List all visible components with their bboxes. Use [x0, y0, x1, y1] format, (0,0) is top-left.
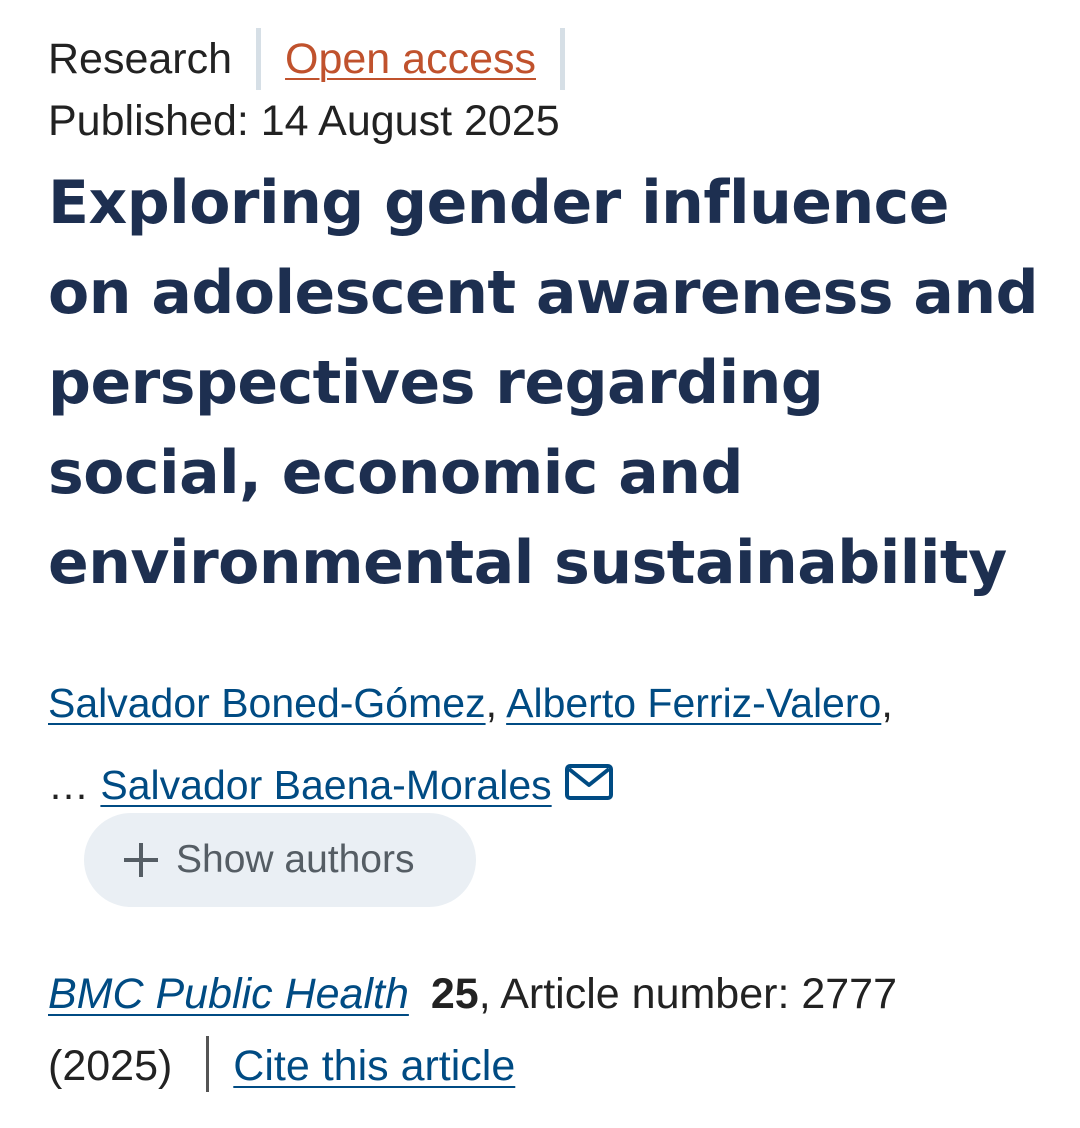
- publication-year: (2025): [48, 1042, 173, 1090]
- published-date: Published: 14 August 2025: [48, 97, 560, 145]
- author-link[interactable]: Alberto Ferriz-Valero: [506, 680, 881, 726]
- mail-icon[interactable]: [564, 746, 614, 800]
- author-separator: ,: [881, 680, 893, 726]
- cite-article-link[interactable]: Cite this article: [233, 1042, 515, 1090]
- author-link[interactable]: Salvador Boned-Gómez: [48, 680, 486, 726]
- journal-link[interactable]: BMC Public Health: [48, 970, 409, 1018]
- author-ellipsis: …: [48, 762, 89, 808]
- open-access-link[interactable]: Open access: [285, 37, 536, 81]
- citation-line: BMC Public Health 25, Article number: 277…: [48, 958, 1048, 1102]
- journal-volume: 25: [430, 970, 479, 1018]
- meta-divider-end: [560, 28, 565, 90]
- article-type-label: Research: [48, 34, 233, 83]
- cite-divider: [206, 1036, 210, 1092]
- author-link[interactable]: Salvador Baena-Morales: [100, 762, 551, 808]
- author-list: Salvador Boned-Gómez, Alberto Ferriz-Val…: [48, 662, 1048, 826]
- meta-divider: [256, 28, 262, 90]
- published-date-value: 14 August 2025: [260, 97, 560, 145]
- author-separator: ,: [485, 680, 497, 726]
- show-authors-button[interactable]: Show authors: [84, 813, 476, 907]
- show-authors-label: Show authors: [176, 838, 415, 881]
- article-meta-row: Research Open access: [48, 28, 589, 90]
- article-number: , Article number: 2777: [478, 970, 898, 1018]
- published-label: Published:: [48, 97, 249, 145]
- article-title: Exploring gender influence on adolescent…: [48, 168, 1039, 598]
- plus-icon: [122, 841, 160, 879]
